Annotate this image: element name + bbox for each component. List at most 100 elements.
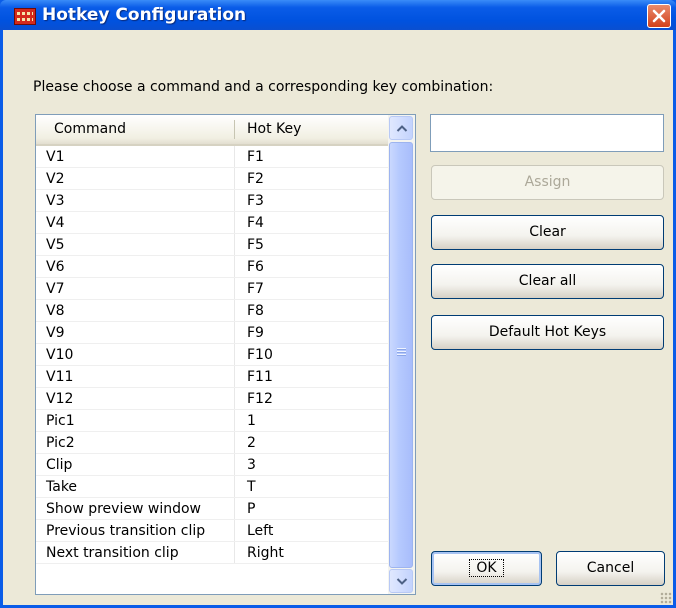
list-row[interactable]: V2 F2 [36,168,388,190]
command-cell: V4 [46,215,65,231]
list-row[interactable]: V7 F7 [36,278,388,300]
command-cell: V7 [46,281,65,297]
hotkey-cell: F8 [247,303,264,319]
column-divider [234,410,235,432]
command-cell: V5 [46,237,65,253]
list-row[interactable]: V9 F9 [36,322,388,344]
close-icon [652,9,666,23]
list-row[interactable]: V4 F4 [36,212,388,234]
hotkey-cell: F9 [247,325,264,341]
list-row[interactable]: Clip 3 [36,454,388,476]
list-row[interactable]: V11 F11 [36,366,388,388]
command-cell: V3 [46,193,65,209]
hotkey-cell: 2 [247,435,256,451]
clear-button[interactable]: Clear [431,215,664,250]
command-cell: V1 [46,149,65,165]
grip-icon [397,348,406,356]
column-divider [234,234,235,256]
clear-all-button[interactable]: Clear all [431,264,664,299]
command-cell: V2 [46,171,65,187]
column-divider [234,344,235,366]
list-row[interactable]: Previous transition clip Left [36,520,388,542]
list-row[interactable]: V3 F3 [36,190,388,212]
column-divider [234,520,235,542]
hotkey-cell: F11 [247,369,273,385]
hotkey-cell: Right [247,545,284,561]
command-cell: V9 [46,325,65,341]
list-row[interactable]: Pic2 2 [36,432,388,454]
list-row[interactable]: V1 F1 [36,146,388,168]
hotkey-cell: F1 [247,149,264,165]
hotkey-cell: T [247,479,256,495]
hotkey-cell: F3 [247,193,264,209]
scroll-down-button[interactable] [389,569,413,593]
hotkey-cell: Left [247,523,274,539]
row-divider [36,563,388,564]
column-divider [234,366,235,388]
list-row[interactable]: Next transition clip Right [36,542,388,564]
title-bar[interactable]: Hotkey Configuration [0,0,676,30]
command-cell: Take [46,479,78,495]
hotkey-cell: P [247,501,256,517]
hotkey-cell: 1 [247,413,256,429]
list-row[interactable]: V5 F5 [36,234,388,256]
default-hotkeys-button[interactable]: Default Hot Keys [431,315,664,350]
dialog-window: Hotkey Configuration Please choose a com… [0,0,676,608]
list-row[interactable]: Show preview window P [36,498,388,520]
chevron-down-icon [396,578,408,585]
list-row[interactable]: V12 F12 [36,388,388,410]
command-cell: Next transition clip [46,545,179,561]
column-divider [234,542,235,564]
ok-button-label: OK [469,559,504,577]
assign-button[interactable]: Assign [431,165,664,200]
hotkey-input[interactable] [430,114,664,152]
column-divider [234,454,235,476]
header-hotkey[interactable]: Hot Key [247,121,301,137]
column-divider [234,476,235,498]
column-divider [234,388,235,410]
film-strip-icon [14,8,36,25]
list-row[interactable]: Take T [36,476,388,498]
resize-grip-icon[interactable] [660,592,672,604]
cancel-button[interactable]: Cancel [556,551,665,586]
column-divider [234,498,235,520]
list-row[interactable]: Pic1 1 [36,410,388,432]
header-command[interactable]: Command [54,121,126,137]
command-cell: V6 [46,259,65,275]
command-cell: Clip [46,457,73,473]
scroll-thumb[interactable] [389,142,413,568]
hotkey-cell: F4 [247,215,264,231]
command-cell: V10 [46,347,74,363]
column-divider [234,432,235,454]
column-divider [234,278,235,300]
hotkey-cell: F7 [247,281,264,297]
command-cell: Pic2 [46,435,75,451]
command-cell: Pic1 [46,413,75,429]
command-cell: V11 [46,369,74,385]
column-divider [234,146,235,168]
list-row[interactable]: V8 F8 [36,300,388,322]
hotkey-list[interactable]: Command Hot Key V1 F1 V2 F2 V3 F3 V4 F4 V5 F5 V6 F6… [35,114,416,595]
hotkey-cell: F6 [247,259,264,275]
hotkey-cell: F2 [247,171,264,187]
command-cell: V8 [46,303,65,319]
column-divider [234,300,235,322]
command-cell: Previous transition clip [46,523,206,539]
column-divider [234,168,235,190]
list-row[interactable]: V6 F6 [36,256,388,278]
header-divider[interactable] [234,120,235,139]
vertical-scrollbar[interactable] [388,115,415,594]
hotkey-cell: 3 [247,457,256,473]
column-divider [234,256,235,278]
list-row[interactable]: V10 F10 [36,344,388,366]
ok-button[interactable]: OK [431,551,542,586]
command-cell: V12 [46,391,74,407]
window-title: Hotkey Configuration [42,5,247,25]
close-button[interactable] [647,4,671,28]
hotkey-cell: F12 [247,391,273,407]
instruction-label: Please choose a command and a correspond… [33,79,494,95]
list-header: Command Hot Key [36,115,388,146]
column-divider [234,190,235,212]
hotkey-cell: F5 [247,237,264,253]
scroll-up-button[interactable] [389,116,413,140]
